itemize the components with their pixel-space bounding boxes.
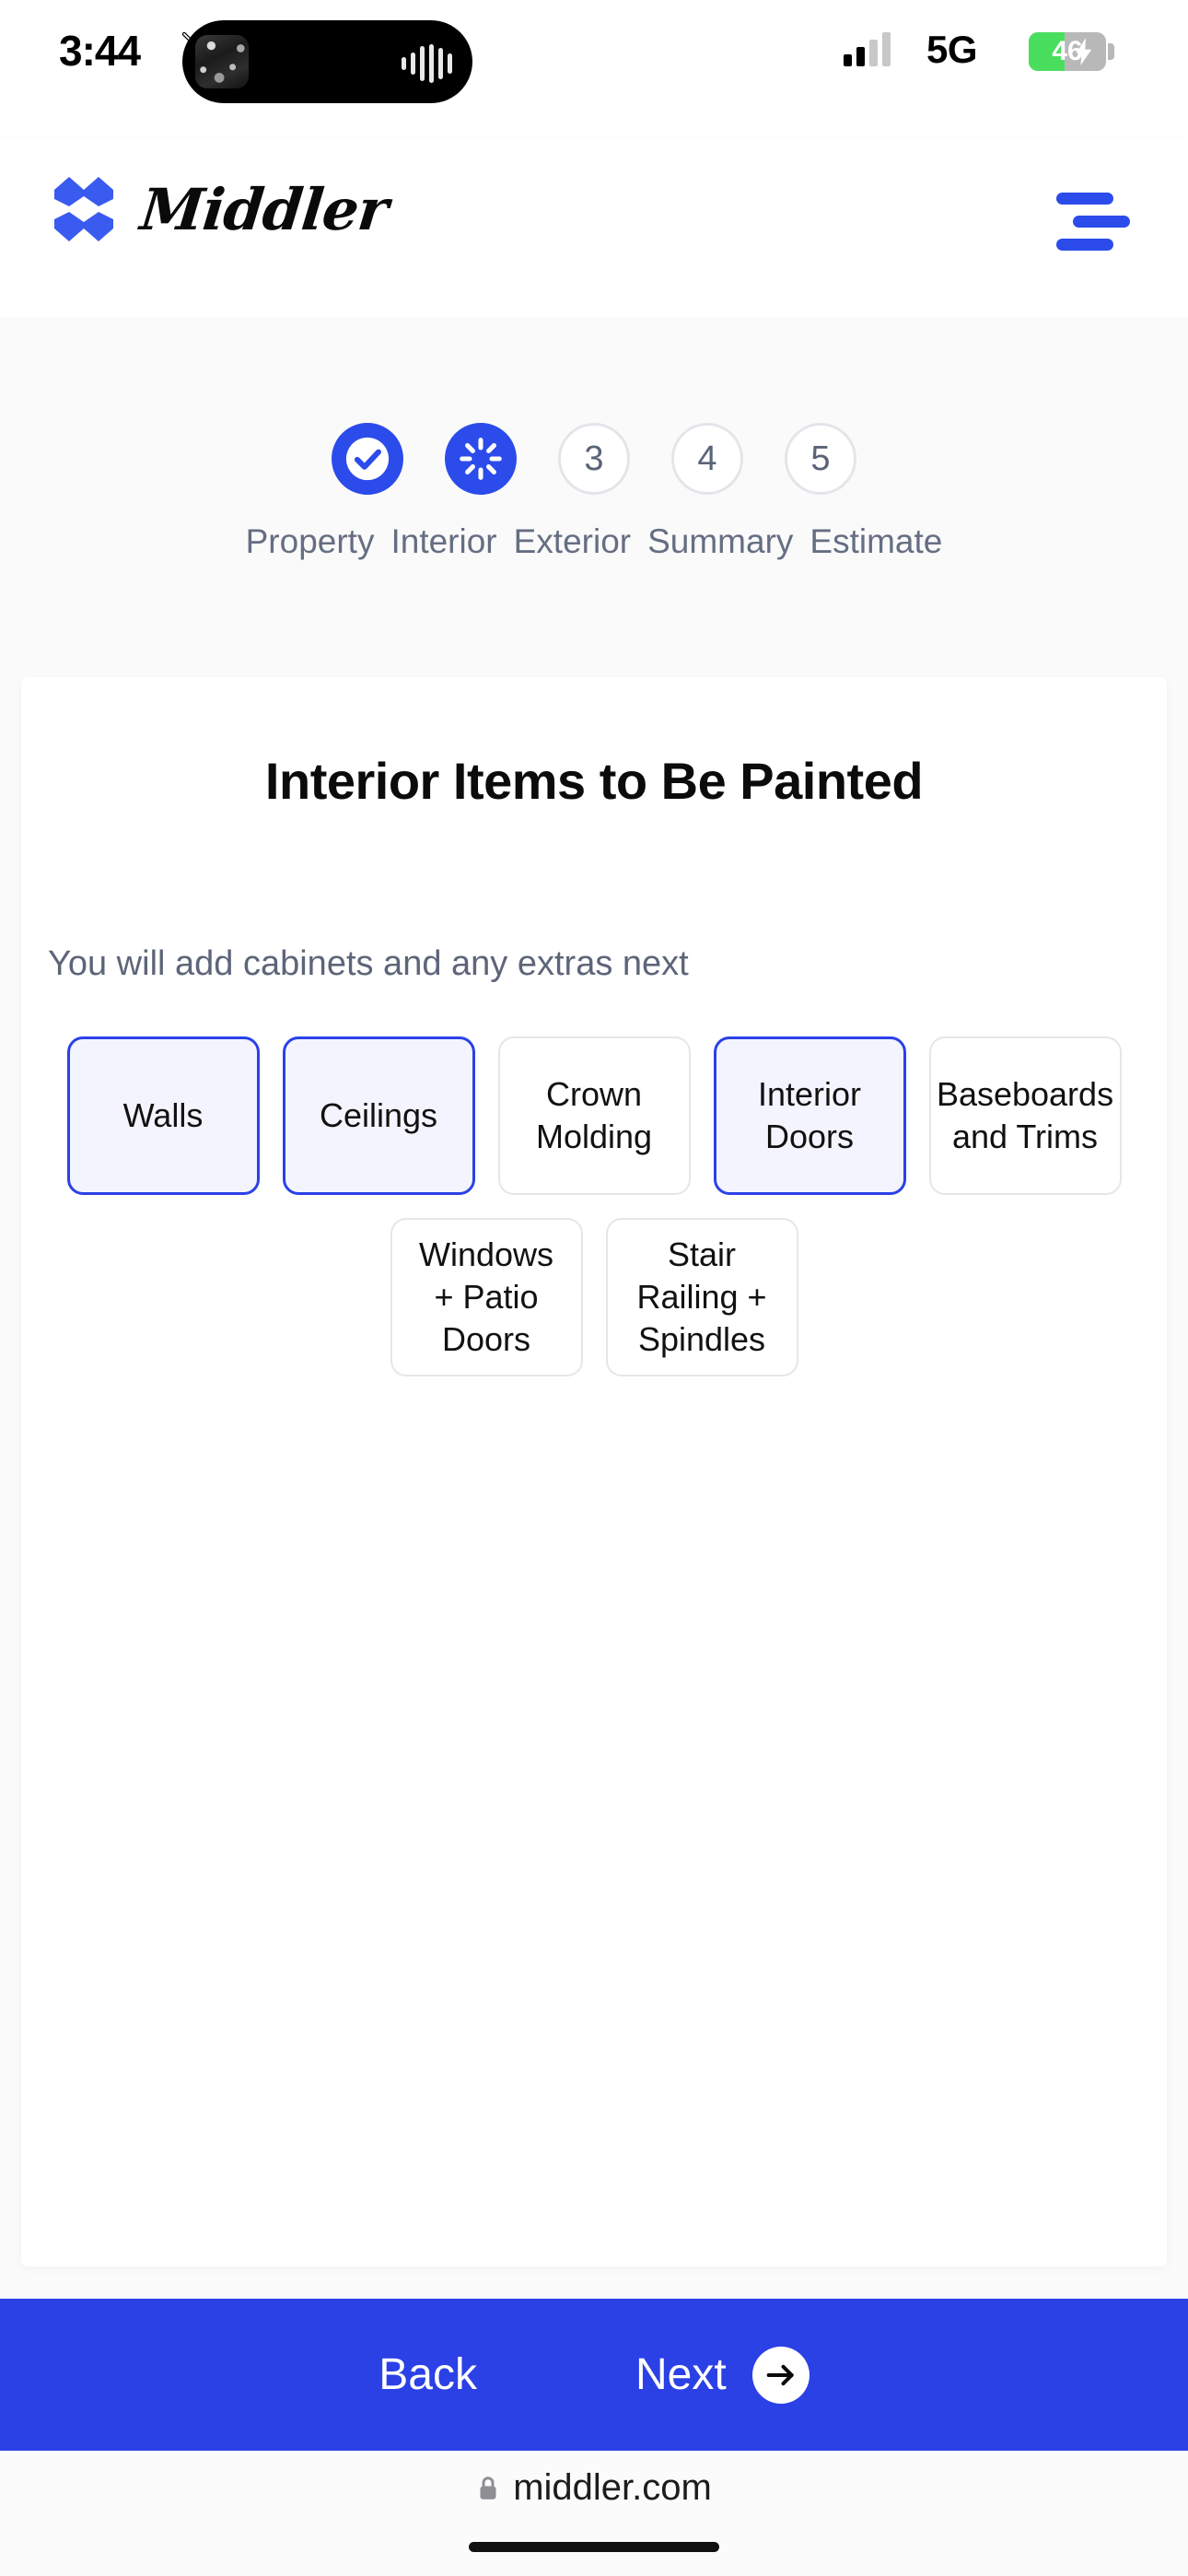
option-card-walls[interactable]: Walls [66, 1036, 260, 1195]
option-card-interior-doors[interactable]: Interior Doors [713, 1036, 906, 1195]
cellular-signal-icon [844, 32, 891, 66]
step-circle-summary[interactable]: 4 [671, 423, 743, 495]
step-number: 5 [810, 439, 831, 478]
status-bar: 3:44 5G 46 [0, 0, 1188, 138]
arrow-right-icon [751, 2346, 809, 2404]
charging-bolt-icon [1076, 38, 1092, 65]
step-circle-property[interactable] [332, 423, 403, 495]
interior-items-panel: Interior Items to Be Painted You will ad… [21, 677, 1167, 2266]
page-title: Interior Items to Be Painted [264, 752, 924, 810]
option-card-baseboards-and-trims[interactable]: Baseboards and Trims [928, 1036, 1122, 1195]
step-label-interior: Interior [390, 522, 497, 560]
option-label: Ceilings [319, 1095, 438, 1134]
option-card-windows-patio-doors[interactable]: Windows + Patio Doors [390, 1218, 583, 1376]
step-number: 3 [584, 439, 604, 478]
step-circle-exterior[interactable]: 3 [558, 423, 630, 495]
next-button-label: Next [635, 2350, 727, 2399]
dynamic-island[interactable] [182, 20, 472, 103]
spinner-icon [460, 438, 502, 480]
option-label: Crown Molding [535, 1074, 653, 1155]
next-button[interactable]: Next [635, 2346, 809, 2404]
option-label: Walls [122, 1095, 204, 1134]
check-icon [345, 437, 390, 481]
audio-waveform-icon [402, 44, 452, 83]
step-label-summary: Summary [647, 522, 794, 560]
step-label-estimate: Estimate [809, 522, 943, 560]
page-subtitle: You will add cabinets and any extras nex… [48, 944, 689, 983]
stepper-circles: 3 4 5 [0, 423, 1188, 495]
back-button[interactable]: Back [379, 2349, 477, 2400]
site-header: Middler [0, 138, 1188, 318]
network-type-label: 5G [926, 28, 978, 71]
brand-logo-link[interactable]: Middler [51, 173, 391, 245]
url-bar[interactable]: middler.com [0, 2467, 1188, 2509]
middler-chevrons-logo [54, 177, 113, 241]
now-playing-artwork [195, 35, 249, 88]
option-label: Baseboards and Trims [936, 1074, 1114, 1155]
option-card-crown-molding[interactable]: Crown Molding [497, 1036, 691, 1195]
status-time: 3:44 [59, 27, 141, 75]
phone-screen: 3:44 5G 46 Middler 3 4 5 Property Interi… [0, 0, 1188, 2576]
step-number: 4 [697, 439, 717, 478]
step-circle-interior[interactable] [445, 423, 517, 495]
option-card-ceilings[interactable]: Ceilings [282, 1036, 475, 1195]
progress-stepper: 3 4 5 Property Interior Exterior Summary… [0, 318, 1188, 594]
option-card-stair-railing-spindles[interactable]: Stair Railing + Spindles [605, 1218, 798, 1376]
option-label: Stair Railing + Spindles [636, 1235, 767, 1359]
lock-icon [480, 2476, 496, 2500]
battery-percent-label: 46 [1052, 36, 1083, 66]
step-label-exterior: Exterior [513, 522, 632, 560]
stepper-labels: Property Interior Exterior Summary Estim… [0, 522, 1188, 561]
option-label: Windows + Patio Doors [418, 1235, 554, 1359]
battery-icon: 46 [1029, 32, 1106, 71]
battery-tip [1108, 43, 1114, 60]
wizard-action-bar: Back Next [0, 2299, 1188, 2451]
step-label-property: Property [245, 522, 375, 560]
brand-wordmark: Middler [137, 175, 391, 243]
browser-bottom-bar: middler.com [0, 2451, 1188, 2576]
hamburger-menu-icon[interactable] [1056, 189, 1137, 251]
home-indicator [469, 2542, 719, 2552]
url-text: middler.com [513, 2467, 712, 2508]
step-circle-estimate[interactable]: 5 [785, 423, 856, 495]
options-grid: Walls Ceilings Crown Molding Interior Do… [21, 1036, 1167, 1376]
option-label: Interior Doors [757, 1074, 862, 1155]
